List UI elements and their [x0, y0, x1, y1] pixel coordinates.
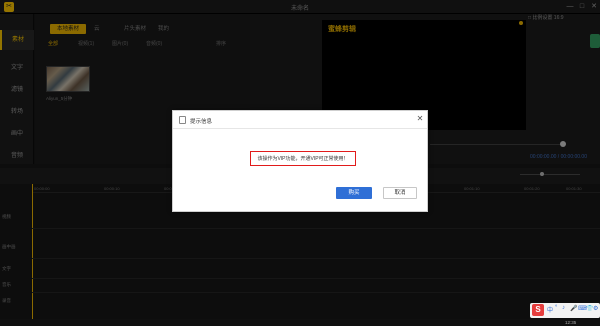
- cancel-button[interactable]: 取消: [383, 187, 417, 199]
- dialog-message: 该操作为VIP功能，开通VIP可正常使用！: [257, 156, 349, 162]
- dialog-title: 提示信息: [190, 119, 213, 125]
- punctuation-icon[interactable]: °: [555, 305, 557, 311]
- vip-prompt-dialog: 提示信息 ✕ 该操作为VIP功能，开通VIP可正常使用！ 购买 取消: [172, 110, 428, 212]
- settings-icon[interactable]: ⚙: [593, 305, 598, 312]
- buy-button[interactable]: 购买: [336, 187, 372, 199]
- ime-logo-icon[interactable]: S: [532, 304, 544, 316]
- dialog-info-icon: [179, 116, 186, 124]
- ime-language-indicator[interactable]: 中: [547, 305, 553, 314]
- music-icon[interactable]: ♪: [562, 305, 565, 311]
- dialog-close-button[interactable]: ✕: [415, 114, 425, 124]
- taskbar-clock: 12:35: [565, 320, 577, 325]
- taskbar: [0, 319, 600, 326]
- microphone-icon[interactable]: 🎤: [570, 305, 577, 312]
